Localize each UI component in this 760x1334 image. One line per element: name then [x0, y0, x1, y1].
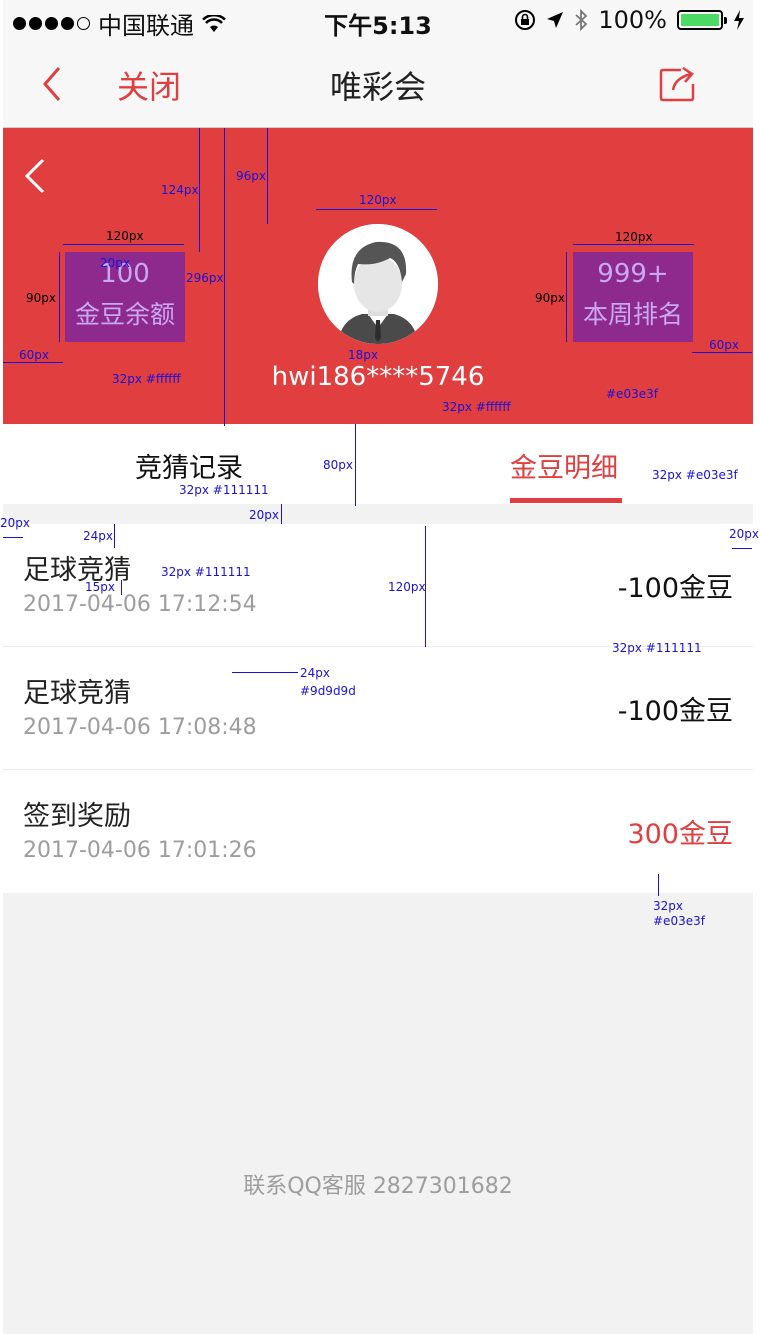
record-time: 2017-04-06 17:01:26	[23, 838, 257, 863]
status-bar: 中国联通 下午5:13 100%	[3, 0, 753, 40]
annotation: 80px	[323, 458, 353, 472]
rotation-lock-icon	[515, 10, 536, 30]
rank-label: 本周排名	[582, 300, 683, 329]
annotation: 60px	[709, 338, 739, 352]
charging-icon	[734, 10, 744, 30]
annotation: 20px	[0, 516, 30, 530]
annotation: 32px #111111	[161, 565, 251, 579]
annotation: 120px	[388, 580, 426, 594]
annotation: 120px	[106, 229, 144, 243]
balance-label: 金豆余额	[74, 300, 175, 329]
record-time: 2017-04-06 17:08:48	[23, 715, 257, 740]
rank-box[interactable]: 999+ 本周排名	[573, 252, 693, 342]
annotation: 32px #111111	[612, 641, 702, 655]
bluetooth-icon	[575, 9, 588, 31]
annotation: 90px	[535, 291, 565, 305]
rank-value: 999+	[597, 259, 669, 289]
location-icon	[547, 12, 564, 28]
header-back-icon[interactable]	[21, 156, 49, 196]
annotation: 20px	[249, 508, 279, 522]
annotation: 96px	[236, 169, 266, 183]
page-title: 唯彩会	[329, 68, 426, 106]
annotation: 120px	[615, 230, 653, 244]
battery-icon	[677, 10, 727, 30]
record-amount: -100金豆	[617, 696, 733, 727]
annotation: 15px	[85, 580, 115, 594]
nav-bar: 关闭 唯彩会	[3, 40, 753, 128]
annotation: 32px	[653, 899, 683, 913]
list-item[interactable]: 签到奖励 2017-04-06 17:01:26 300金豆	[3, 770, 753, 893]
annotation: 24px	[83, 529, 113, 543]
annotation: 32px #111111	[179, 483, 269, 497]
active-tab-indicator	[510, 498, 622, 503]
record-list: 足球竞猜 2017-04-06 17:12:54 -100金豆 足球竞猜 201…	[3, 524, 753, 893]
annotation: 90px	[26, 291, 56, 305]
annotation: #e03e3f	[606, 387, 658, 401]
annotation: #e03e3f	[653, 914, 705, 928]
annotation: 18px	[348, 348, 378, 362]
annotation: 32px #e03e3f	[652, 468, 738, 482]
annotation: 60px	[19, 348, 49, 362]
annotation: #9d9d9d	[300, 684, 356, 698]
avatar-image	[318, 224, 438, 344]
annotation: 296px	[186, 271, 224, 285]
list-item[interactable]: 足球竞猜 2017-04-06 17:08:48 -100金豆	[3, 647, 753, 770]
record-amount: 300金豆	[627, 819, 733, 850]
avatar[interactable]	[318, 224, 438, 344]
tab-bean-details[interactable]: 金豆明细	[510, 446, 618, 485]
record-time: 2017-04-06 17:12:54	[23, 592, 257, 617]
support-contact[interactable]: 联系QQ客服 2827301682	[3, 1168, 753, 1200]
record-title: 签到奖励	[23, 801, 131, 832]
record-amount: -100金豆	[617, 573, 733, 604]
tab-bar: 竞猜记录 金豆明细	[3, 424, 753, 504]
annotation: 32px #ffffff	[112, 372, 181, 386]
annotation: 124px	[161, 183, 199, 197]
status-right: 100%	[514, 6, 745, 34]
annotation: 24px	[300, 666, 330, 680]
annotation: 120px	[359, 193, 397, 207]
annotation: 20px	[100, 256, 130, 270]
share-icon[interactable]	[657, 64, 697, 104]
annotation: 32px #ffffff	[442, 400, 511, 414]
record-title: 足球竞猜	[23, 678, 131, 709]
battery-percent: 100%	[598, 6, 667, 34]
annotation: 20px	[729, 527, 759, 541]
tab-guess-records[interactable]: 竞猜记录	[135, 446, 243, 485]
list-item[interactable]: 足球竞猜 2017-04-06 17:12:54 -100金豆	[3, 524, 753, 647]
